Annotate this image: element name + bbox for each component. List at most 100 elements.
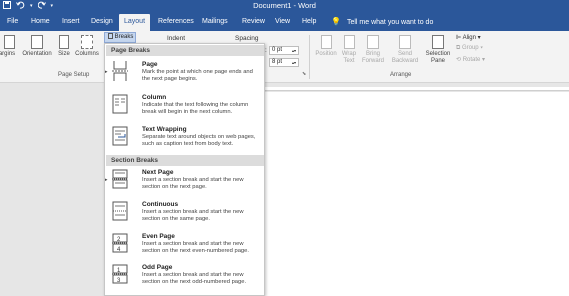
position-icon xyxy=(320,35,332,49)
next-page-break-icon xyxy=(112,169,128,189)
group-label: Group xyxy=(461,45,479,51)
breaks-menu: Page Breaks ▸ Page Mark the point at whi… xyxy=(104,43,265,296)
margins-icon xyxy=(4,35,15,49)
bring-forward-label-1: Bring xyxy=(365,51,380,57)
break-item-desc: Insert a section break and start the new… xyxy=(142,272,247,285)
tab-review[interactable]: Review xyxy=(242,15,265,28)
align-icon: ⊫ xyxy=(456,35,462,41)
break-item-title: Even Page xyxy=(142,233,175,240)
position-label: Position xyxy=(315,51,337,57)
wrap-text-button[interactable]: Wrap Text xyxy=(339,35,359,65)
wrap-text-label-1: Wrap xyxy=(341,51,357,57)
rotate-label: Rotate xyxy=(462,57,481,63)
tell-me-text: Tell me what you want to do xyxy=(346,19,434,26)
columns-icon xyxy=(81,35,93,49)
lightbulb-icon: 💡 xyxy=(331,17,341,26)
horizontal-ruler[interactable] xyxy=(262,87,569,91)
tab-view[interactable]: View xyxy=(275,15,290,28)
paragraph-dialog-launcher-icon[interactable]: ⬊ xyxy=(302,71,306,77)
break-item-title: Column xyxy=(142,94,167,101)
orientation-icon xyxy=(31,35,43,49)
pointer-mark-icon: ▸ xyxy=(105,177,108,183)
group-button[interactable]: ⧉ Group ▾ xyxy=(456,45,483,52)
margins-button[interactable]: argins xyxy=(0,35,18,58)
break-item-title: Odd Page xyxy=(142,264,173,271)
rotate-button[interactable]: ⟲ Rotate ▾ xyxy=(456,56,485,63)
wrap-text-icon xyxy=(343,35,355,49)
selection-pane-icon xyxy=(432,35,444,49)
tab-help[interactable]: Help xyxy=(302,15,316,28)
break-item-column[interactable]: Column Indicate that the text following … xyxy=(106,94,264,126)
tab-insert[interactable]: Insert xyxy=(62,15,80,28)
tab-layout[interactable]: Layout xyxy=(119,14,151,31)
break-item-desc: Insert a section break and start the new… xyxy=(142,177,244,190)
selection-pane-label-2: Pane xyxy=(430,58,445,64)
send-backward-label-1: Send xyxy=(397,51,412,57)
tab-design[interactable]: Design xyxy=(91,15,113,28)
title-bar: ▾ ▾ Document1 - Word xyxy=(0,0,569,12)
breaks-button[interactable]: Breaks ▾ xyxy=(104,32,136,49)
break-item-title: Continuous xyxy=(142,201,179,208)
break-item-title: Page xyxy=(142,61,158,68)
continuous-break-icon xyxy=(112,201,128,221)
spacing-before-input[interactable]: 0 pt ▴▾ xyxy=(269,46,299,55)
break-item-desc: Insert a section break and start the new… xyxy=(142,209,244,222)
tab-home[interactable]: Home xyxy=(31,15,50,28)
spacing-after-value: 8 pt xyxy=(272,59,283,65)
selection-pane-button[interactable]: Selection Pane xyxy=(423,35,453,65)
bring-forward-icon xyxy=(367,35,379,49)
arrange-group-label: Arrange xyxy=(390,72,412,78)
tab-file[interactable]: File xyxy=(7,15,18,28)
pointer-mark-icon: ▸ xyxy=(105,69,108,75)
tab-mailings[interactable]: Mailings xyxy=(202,15,228,28)
align-button[interactable]: ⊫ Align ▾ xyxy=(456,34,481,41)
position-button[interactable]: Position xyxy=(314,35,338,58)
orientation-button[interactable]: Orientation xyxy=(21,35,53,58)
breaks-label: Breaks xyxy=(114,34,134,40)
bring-forward-button[interactable]: Bring Forward xyxy=(359,35,387,65)
break-item-desc: Mark the point at which one page ends an… xyxy=(142,69,253,82)
odd-page-break-icon: 13 xyxy=(112,264,128,284)
ribbon: argins Orientation Size Columns Page Set… xyxy=(0,31,569,83)
spacing-label: Spacing xyxy=(235,35,259,42)
break-item-next-page[interactable]: ▸ Next Page Insert a section break and s… xyxy=(105,169,264,201)
page-breaks-header: Page Breaks xyxy=(106,45,264,56)
page-break-icon xyxy=(112,61,128,81)
selection-pane-label-1: Selection xyxy=(425,51,451,57)
indent-label: Indent xyxy=(167,35,186,42)
send-backward-button[interactable]: Send Backward xyxy=(389,35,421,65)
break-item-continuous[interactable]: Continuous Insert a section break and st… xyxy=(106,201,264,233)
orientation-label: Orientation xyxy=(22,51,52,57)
breaks-icon xyxy=(108,33,113,39)
spacing-before-value: 0 pt xyxy=(272,47,283,53)
columns-label: Columns xyxy=(75,51,99,57)
align-label: Align xyxy=(462,35,476,41)
text-wrapping-break-icon xyxy=(112,126,128,146)
break-item-text-wrapping[interactable]: Text Wrapping Separate text around objec… xyxy=(106,126,264,158)
break-item-even-page[interactable]: 24 Even Page Insert a section break and … xyxy=(106,233,264,265)
group-icon: ⧉ xyxy=(456,45,461,51)
spacing-before-prefix: : xyxy=(265,47,267,54)
tell-me-search[interactable]: 💡 Tell me what you want to do xyxy=(331,15,433,29)
window-title: Document1 - Word xyxy=(253,1,316,10)
break-item-title: Next Page xyxy=(142,169,174,176)
tab-references[interactable]: References xyxy=(158,15,194,28)
columns-button[interactable]: Columns xyxy=(74,35,100,58)
column-break-icon xyxy=(112,94,128,114)
spinner-arrows-icon[interactable]: ▴▾ xyxy=(292,59,296,66)
size-label: Size xyxy=(58,51,70,57)
document-page[interactable] xyxy=(262,92,569,296)
section-breaks-header: Section Breaks xyxy=(106,155,264,166)
size-button[interactable]: Size xyxy=(57,35,71,58)
page-setup-group-label: Page Setup xyxy=(58,72,90,78)
break-item-page[interactable]: ▸ Page Mark the point at which one page … xyxy=(105,61,264,93)
break-item-desc: Indicate that the text following the col… xyxy=(142,102,249,115)
even-page-break-icon: 24 xyxy=(112,233,128,253)
break-item-odd-page[interactable]: 13 Odd Page Insert a section break and s… xyxy=(106,264,264,296)
break-item-title: Text Wrapping xyxy=(142,126,187,133)
spacing-after-input[interactable]: 8 pt ▴▾ xyxy=(269,58,299,67)
spinner-arrows-icon[interactable]: ▴▾ xyxy=(292,47,296,54)
size-icon xyxy=(59,35,69,49)
send-backward-icon xyxy=(399,35,411,49)
ribbon-tab-bar: File Home Insert Design Layout Reference… xyxy=(0,12,569,31)
